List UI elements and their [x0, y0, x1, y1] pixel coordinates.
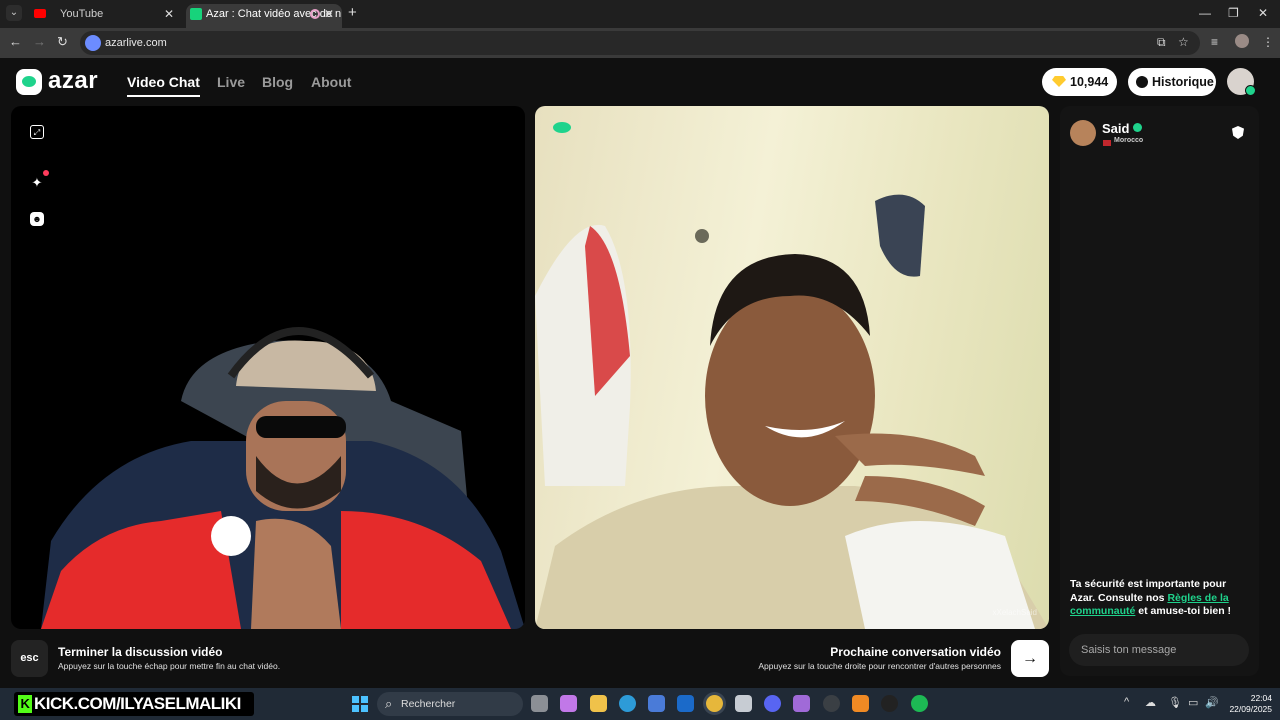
fullscreen-icon[interactable]: ⤢ — [30, 125, 44, 139]
back-icon[interactable]: ← — [9, 34, 22, 49]
peer-country: Morocco — [1114, 137, 1144, 144]
tool-app-icon[interactable] — [852, 695, 869, 712]
next-chat-title: Prochaine conversation vidéo — [830, 645, 1001, 659]
my-profile-avatar[interactable] — [1227, 68, 1256, 96]
tab-youtube[interactable]: YouTube ✕ — [26, 4, 182, 28]
azar-favicon-icon — [190, 8, 202, 20]
volume-icon[interactable]: 🔊 — [1205, 696, 1219, 709]
chat-panel: Said Morocco Ta sécurité est importante … — [1060, 106, 1259, 676]
azar-page: azar Video Chat Live Blog About 10,944 H… — [0, 58, 1280, 688]
tab-title: YouTube — [60, 8, 104, 20]
url-text: azarlive.com — [105, 37, 167, 49]
peer-name[interactable]: Said — [1102, 121, 1129, 136]
streamer-video-feed — [41, 327, 525, 629]
mask-face-icon[interactable]: ☻ — [30, 212, 44, 226]
peer-video-feed — [535, 194, 1049, 629]
effects-sparkle-icon[interactable]: ✦ — [30, 170, 49, 190]
kick-overlay-text: KICK.COM/ILYASELMALIKI — [34, 694, 241, 713]
steam-icon[interactable] — [823, 695, 840, 712]
end-chat-title: Terminer la discussion vidéo — [58, 645, 223, 659]
history-label: Historique — [1152, 75, 1214, 89]
microsoft-store-icon[interactable] — [648, 695, 665, 712]
safety-notice: Ta sécurité est importante pour Azar. Co… — [1070, 578, 1252, 619]
nav-about[interactable]: About — [311, 74, 351, 90]
clock-time: 22:04 — [1250, 693, 1272, 703]
report-shield-icon[interactable] — [1232, 126, 1244, 139]
azar-logo-text[interactable]: azar — [48, 67, 98, 95]
clock-date: 22/09/2025 — [1229, 704, 1272, 714]
tab-search-button[interactable]: ⌄ — [6, 5, 22, 21]
task-view-icon[interactable] — [531, 695, 548, 712]
outlook-icon[interactable] — [677, 695, 694, 712]
mail-icon[interactable] — [735, 695, 752, 712]
next-chat-hint: Appuyez sur la touche droite pour rencon… — [758, 661, 1001, 671]
browser-menu-icon[interactable]: ⋮ — [1262, 35, 1274, 49]
copilot-icon[interactable] — [560, 695, 577, 712]
local-video: ⤢ ✦ ☻ — [11, 106, 525, 629]
gems-count: 10,944 — [1070, 75, 1109, 89]
taskbar-search[interactable]: Rechercher — [377, 692, 523, 716]
youtube-favicon-icon — [34, 9, 46, 18]
screen: ⌄ YouTube ✕ Azar : Chat vidéo avec de n … — [0, 0, 1280, 720]
taskbar-search-label: Rechercher — [401, 698, 456, 710]
restore-button[interactable]: ❐ — [1228, 6, 1239, 20]
close-window-button[interactable]: ✕ — [1258, 6, 1268, 20]
nav-live[interactable]: Live — [217, 74, 245, 90]
morocco-flag-icon — [1103, 140, 1111, 146]
browser-toolbar: ← → ↻ azarlive.com ⧉ ☆ ≡ ⋮ — [0, 28, 1280, 58]
kick-logo-icon: K — [18, 695, 32, 713]
end-chat-button[interactable]: esc — [11, 640, 48, 677]
obs-icon[interactable] — [881, 695, 898, 712]
nav-video-chat[interactable]: Video Chat — [127, 74, 200, 97]
windows-start-icon[interactable] — [352, 696, 368, 712]
reload-icon[interactable]: ↻ — [57, 34, 68, 50]
profile-avatar-icon[interactable] — [1235, 34, 1249, 48]
azar-logo-icon[interactable] — [16, 69, 42, 95]
close-tab-icon[interactable]: ✕ — [164, 4, 174, 24]
clock-icon — [1136, 76, 1148, 88]
game-bar-icon[interactable] — [793, 695, 810, 712]
windows-taskbar: K KICK.COM/ILYASELMALIKI Rechercher ^ ☁ … — [0, 688, 1280, 720]
system-clock[interactable]: 22:04 22/09/2025 — [1222, 693, 1272, 715]
forward-icon[interactable]: → — [33, 34, 46, 49]
next-chat-button[interactable]: → — [1011, 640, 1049, 677]
history-button[interactable]: Historique — [1128, 68, 1216, 96]
edge-icon[interactable] — [619, 695, 636, 712]
peer-watermark: xXelachSaid — [992, 608, 1037, 617]
recording-indicator-icon — [310, 9, 320, 19]
peer-avatar[interactable] — [1070, 120, 1096, 146]
message-input[interactable] — [1069, 634, 1249, 666]
nav-blog[interactable]: Blog — [262, 74, 293, 90]
display-icon[interactable]: ▭ — [1188, 696, 1198, 709]
browser-tab-bar: ⌄ YouTube ✕ Azar : Chat vidéo avec de n … — [0, 0, 1280, 28]
close-tab-icon[interactable]: ✕ — [324, 4, 334, 24]
spotify-icon[interactable] — [911, 695, 928, 712]
verified-badge-icon — [1133, 123, 1142, 132]
gem-icon — [1052, 76, 1066, 87]
discord-icon[interactable] — [764, 695, 781, 712]
site-info-icon[interactable] — [85, 35, 101, 51]
bookmark-star-icon[interactable]: ☆ — [1178, 35, 1189, 49]
chrome-icon[interactable] — [706, 695, 723, 712]
cast-icon[interactable]: ⧉ — [1157, 35, 1166, 50]
remote-video: xXelachSaid — [535, 106, 1049, 629]
gems-balance-button[interactable]: 10,944 — [1042, 68, 1117, 96]
minimize-button[interactable]: — — [1199, 6, 1211, 20]
new-tab-button[interactable]: + — [348, 5, 357, 21]
end-chat-hint: Appuyez sur la touche échap pour mettre … — [58, 661, 281, 671]
tab-azar[interactable]: Azar : Chat vidéo avec de n ✕ — [186, 4, 342, 28]
safety-text-end: et amuse-toi bien ! — [1135, 605, 1232, 617]
address-bar[interactable]: azarlive.com — [80, 31, 1200, 55]
kick-overlay-banner: K KICK.COM/ILYASELMALIKI — [14, 692, 254, 716]
media-control-icon[interactable]: ≡ — [1211, 35, 1218, 49]
network-app-icon[interactable]: ☁ — [1145, 696, 1156, 709]
file-explorer-icon[interactable] — [590, 695, 607, 712]
show-hidden-icons[interactable]: ^ — [1124, 696, 1129, 708]
microphone-icon[interactable]: 🎙 — [1168, 696, 1182, 709]
tab-title: Azar : Chat vidéo avec de n — [206, 8, 342, 20]
